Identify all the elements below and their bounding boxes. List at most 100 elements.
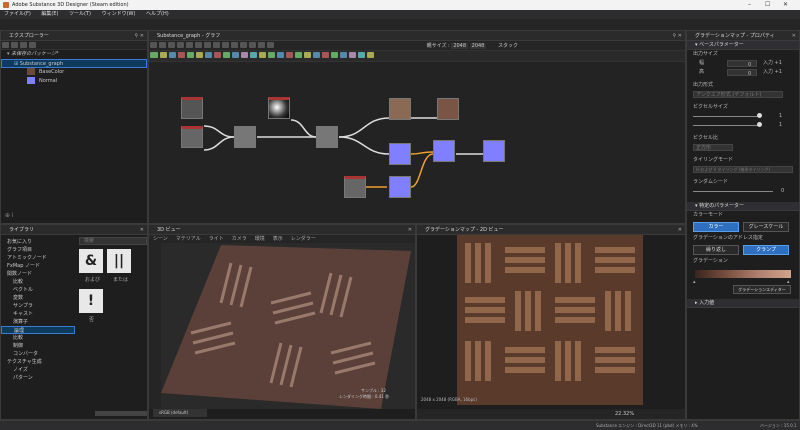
minimize-icon[interactable]: –: [748, 1, 751, 8]
3d-menu-environment[interactable]: 環境: [255, 236, 265, 242]
graph-node[interactable]: [344, 176, 366, 198]
2d-texture-view[interactable]: [457, 235, 643, 405]
colorspace-select[interactable]: sRGB (default): [153, 409, 207, 417]
panel-controls-icon[interactable]: ⚲ ✕: [135, 31, 144, 41]
library-tree: お気に入り グラフ項目 アトミックノード FxMap ノード 関数ノード 比較 …: [1, 238, 75, 382]
library-item[interactable]: 演算子: [1, 318, 75, 326]
pixel-size-h-row: 1: [687, 121, 799, 130]
color-mode-gray-button[interactable]: グレースケール: [743, 222, 789, 232]
3d-menu-camera[interactable]: カメラ: [232, 236, 247, 242]
addressing-clamp-button[interactable]: クランプ: [743, 245, 789, 255]
panel-controls-icon[interactable]: ✕: [678, 225, 682, 235]
base-parameters-section[interactable]: ▾ ベースパラメーター: [687, 41, 799, 50]
menu-window[interactable]: ウィンドウ(W): [102, 10, 136, 19]
graph-node[interactable]: [389, 143, 411, 165]
menu-tools[interactable]: ツール(T): [69, 10, 91, 19]
menu-help[interactable]: ヘルプ(H): [146, 10, 169, 19]
library-search-input[interactable]: 検索: [79, 237, 147, 245]
graph-node[interactable]: [389, 176, 411, 198]
stack-label[interactable]: スタック: [498, 43, 518, 49]
panel-controls-icon[interactable]: ✕: [792, 31, 796, 41]
output-basecolor[interactable]: BaseColor: [1, 68, 147, 77]
graph-node[interactable]: [483, 140, 505, 162]
3d-view-panel: 3D ビュー ✕ シーン マテリアル ライト カメラ 環境 表示 レンダラー サンプル : 3…: [148, 224, 416, 420]
save-icon[interactable]: [20, 42, 27, 48]
info-icon[interactable]: ⊕ i: [5, 212, 14, 219]
graph-node[interactable]: [268, 97, 290, 119]
maximize-icon[interactable]: ☐: [765, 1, 770, 8]
output-height-field[interactable]: 0: [727, 69, 757, 77]
library-item[interactable]: キャスト: [1, 310, 75, 318]
pixel-size-h-slider[interactable]: [757, 122, 762, 127]
package-row[interactable]: ▾ 未保存のパッケージ*: [1, 50, 147, 59]
3d-view-menu: シーン マテリアル ライト カメラ 環境 表示 レンダラー: [149, 235, 415, 243]
library-item[interactable]: グラフ項目: [1, 246, 75, 254]
input-values-section[interactable]: ▸ 入力値: [687, 299, 799, 308]
size-select-1[interactable]: 2048: [451, 42, 469, 49]
output-width-field[interactable]: 0: [727, 60, 757, 68]
3d-view-sidebar: [149, 243, 161, 409]
height-relative: 入力 +1: [763, 69, 782, 75]
graph-node[interactable]: [234, 126, 256, 148]
library-item[interactable]: ベクトル: [1, 286, 75, 294]
output-width-row: 幅 0 入力 +1: [699, 60, 782, 68]
addressing-repeat-button[interactable]: 繰り返し: [693, 245, 739, 255]
open-icon[interactable]: [11, 42, 18, 48]
panel-controls-icon[interactable]: ⚲ ✕: [673, 31, 682, 41]
output-format-select[interactable]: アンクエフ形式 (デフォルト): [693, 91, 783, 98]
panel-controls-icon[interactable]: ✕: [140, 225, 144, 235]
library-item[interactable]: FxMap ノード: [1, 262, 75, 270]
gradient-stop-left-icon[interactable]: ▴: [693, 279, 696, 285]
library-item[interactable]: サンプラ: [1, 302, 75, 310]
library-zoom-slider[interactable]: [95, 411, 147, 416]
library-item[interactable]: パターン: [1, 374, 75, 382]
library-item[interactable]: 比較: [1, 334, 75, 342]
gradient-editor-button[interactable]: グラデーションエディター: [733, 285, 791, 294]
not-node-tile[interactable]: !: [79, 289, 103, 313]
graph-node[interactable]: [437, 98, 459, 120]
specific-parameters-section[interactable]: ▾ 特定のパラメーター: [687, 202, 799, 211]
menu-file[interactable]: ファイル(F): [4, 10, 31, 19]
3d-menu-material[interactable]: マテリアル: [176, 236, 201, 242]
library-item[interactable]: 比較: [1, 278, 75, 286]
3d-menu-display[interactable]: 表示: [273, 236, 283, 242]
graph-canvas[interactable]: [149, 62, 685, 223]
pixel-ratio-select[interactable]: 正方形: [693, 144, 733, 151]
tiling-select[interactable]: H および V タイリング (継承タイリング): [693, 166, 793, 173]
library-item[interactable]: 制御: [1, 342, 75, 350]
gradient-bar[interactable]: [695, 270, 791, 278]
zoom-level[interactable]: 22.32%: [615, 411, 634, 417]
library-item[interactable]: 論理: [1, 326, 75, 334]
properties-panel: グラデーションマップ - プロパティ ✕ ▾ ベースパラメーター 出力サイズ 幅0…: [686, 30, 800, 420]
new-icon[interactable]: [2, 42, 9, 48]
graph-node[interactable]: [433, 140, 455, 162]
or-node-tile[interactable]: ||: [107, 249, 131, 273]
seed-row: 0: [687, 187, 799, 196]
pixel-size-w-slider[interactable]: [757, 113, 762, 118]
graph-node[interactable]: [181, 126, 203, 148]
color-mode-color-button[interactable]: カラー: [693, 222, 739, 232]
graph-row[interactable]: ⊞ Substance_graph: [1, 59, 147, 68]
library-item[interactable]: 関数ノード: [1, 270, 75, 278]
3d-menu-light[interactable]: ライト: [209, 236, 224, 242]
output-normal[interactable]: Normal: [1, 77, 147, 86]
library-item[interactable]: お気に入り: [1, 238, 75, 246]
panel-controls-icon[interactable]: ✕: [408, 225, 412, 235]
graph-node[interactable]: [389, 98, 411, 120]
undo-icon[interactable]: [29, 42, 36, 48]
library-item[interactable]: テクスチャ生成: [1, 358, 75, 366]
3d-menu-scene[interactable]: シーン: [153, 236, 168, 242]
menu-edit[interactable]: 編集(E): [41, 10, 58, 19]
graph-node[interactable]: [181, 97, 203, 119]
and-node-tile[interactable]: &: [79, 249, 103, 273]
library-item[interactable]: 変数: [1, 294, 75, 302]
library-item[interactable]: コンバータ: [1, 350, 75, 358]
size-select-2[interactable]: 2048: [469, 42, 487, 49]
close-icon[interactable]: ✕: [783, 1, 788, 8]
graph-node[interactable]: [316, 126, 338, 148]
3d-viewport[interactable]: [161, 243, 415, 409]
3d-menu-renderer[interactable]: レンダラー: [291, 236, 316, 242]
library-item[interactable]: アトミックノード: [1, 254, 75, 262]
2d-view-toolbar: 22.32%: [417, 409, 685, 419]
library-item[interactable]: ノイズ: [1, 366, 75, 374]
